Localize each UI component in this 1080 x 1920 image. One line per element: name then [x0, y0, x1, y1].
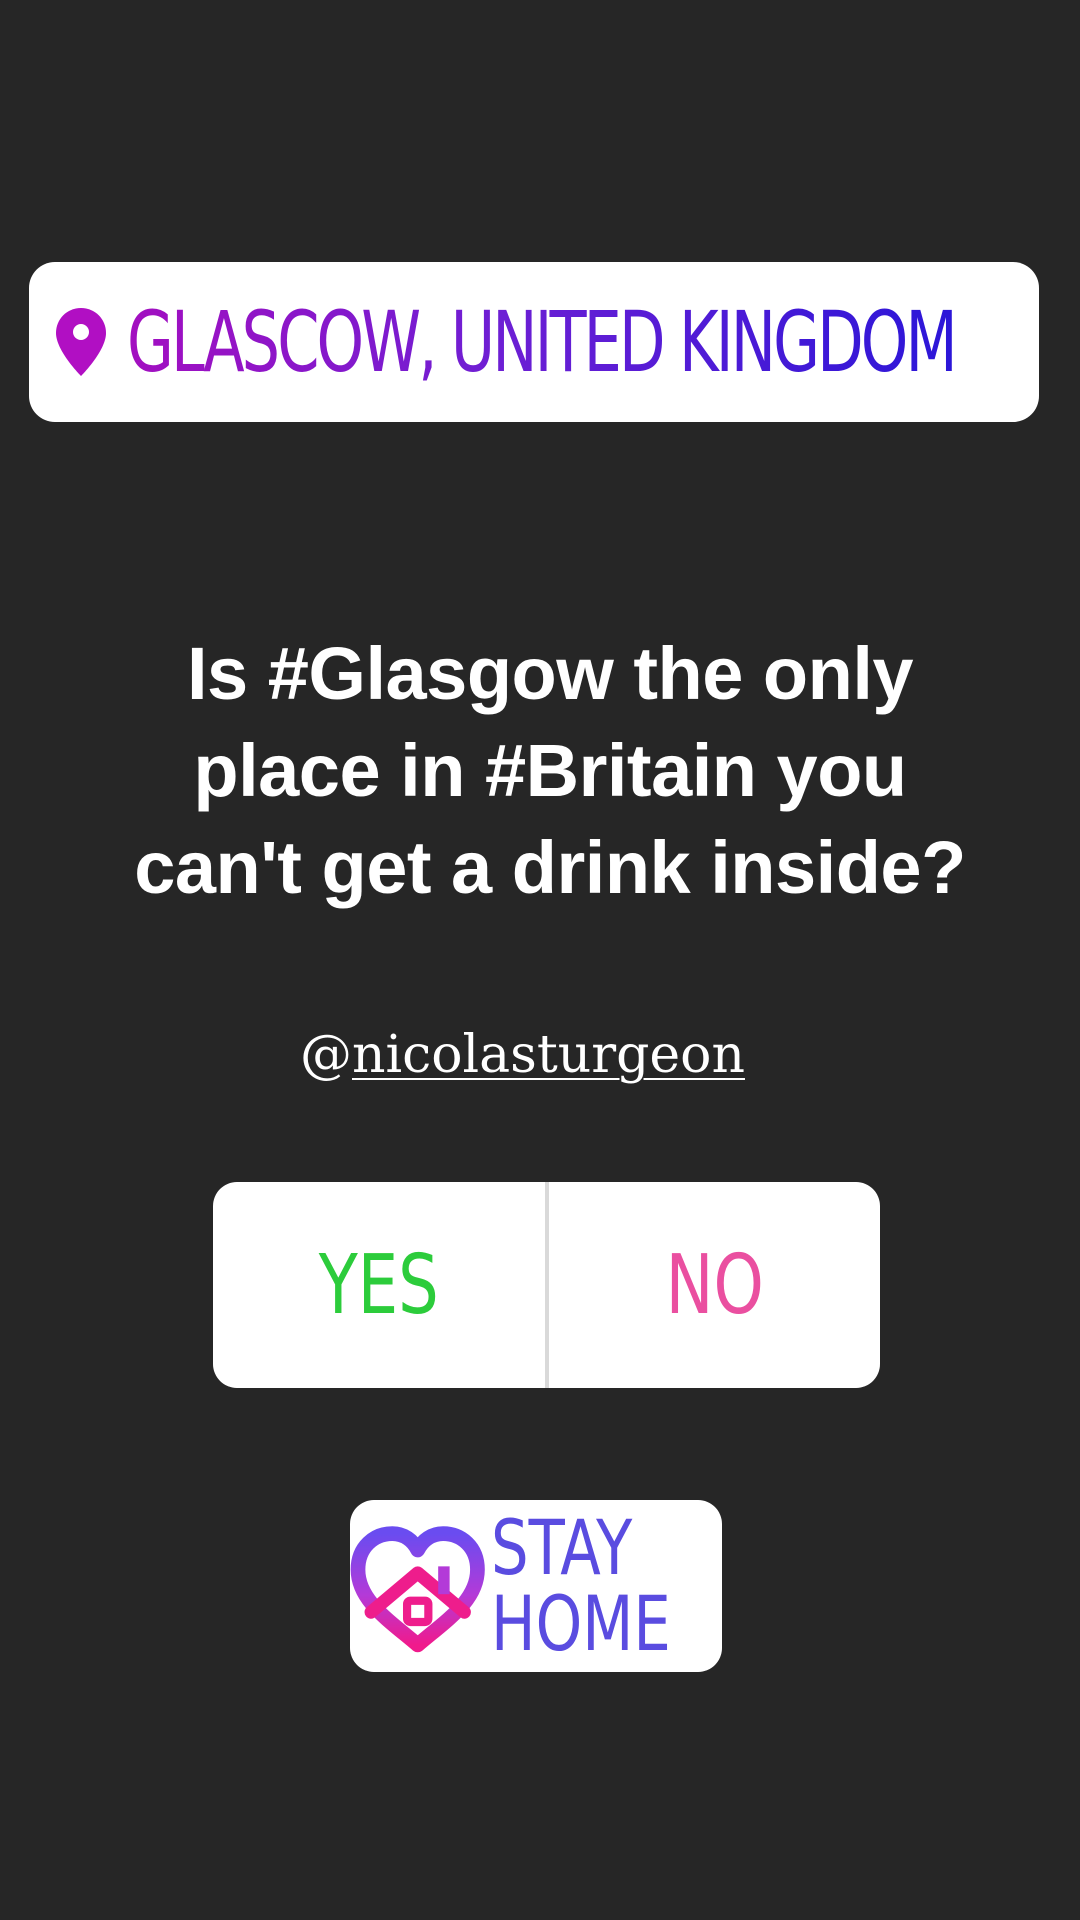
location-pin-icon [56, 308, 106, 376]
stay-home-line1: STAY [491, 1503, 633, 1592]
mention-at-sign: @ [300, 1025, 352, 1085]
poll-sticker: YES NO [213, 1182, 880, 1388]
stay-home-sticker[interactable]: STAY HOME [350, 1500, 722, 1672]
location-label: GLASCOW, UNITED KINGDOM [127, 293, 958, 391]
poll-divider [544, 1182, 549, 1388]
poll-yes-button[interactable]: YES [249, 1182, 508, 1388]
stay-home-text: STAY HOME [491, 1510, 671, 1662]
heart-house-icon [350, 1526, 485, 1653]
stay-home-line2: HOME [491, 1579, 672, 1668]
mention-handle: nicolasturgeon [352, 1025, 745, 1085]
mention-sticker[interactable]: @nicolasturgeon [300, 1020, 745, 1090]
poll-no-button[interactable]: NO [585, 1182, 844, 1388]
story-question-text: Is #Glasgow the only place in #Britain y… [134, 632, 966, 909]
location-sticker[interactable]: GLASCOW, UNITED KINGDOM [29, 262, 1039, 422]
